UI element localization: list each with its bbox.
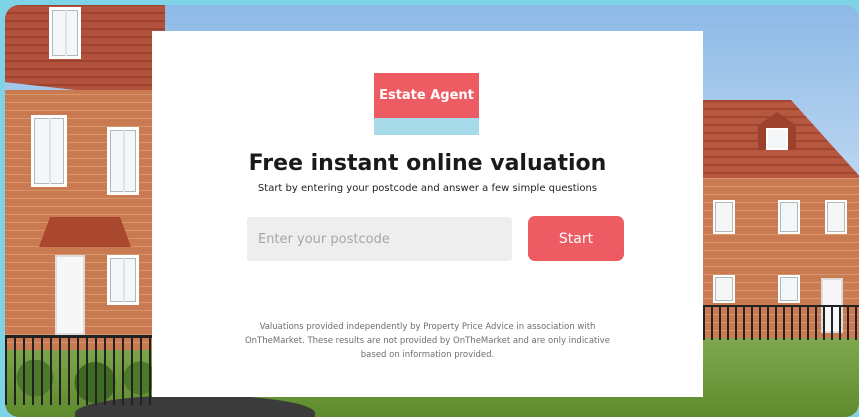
postcode-input[interactable] <box>247 217 512 261</box>
logo-stripe <box>374 118 479 135</box>
fence <box>5 335 155 405</box>
porch-roof <box>39 217 131 247</box>
valuation-card: Estate Agent Free instant online valuati… <box>152 31 703 397</box>
left-house-roof <box>5 5 165 100</box>
page-subtitle: Start by entering your postcode and answ… <box>257 183 598 194</box>
window <box>778 275 800 303</box>
start-button[interactable]: Start <box>528 216 624 261</box>
window <box>107 255 139 305</box>
window <box>713 200 735 234</box>
window <box>825 200 847 234</box>
front-door <box>55 255 85 335</box>
right-house <box>703 100 859 340</box>
window <box>31 115 67 187</box>
window <box>778 200 800 234</box>
fence <box>703 305 859 340</box>
logo-text: Estate Agent <box>374 73 479 118</box>
estate-agent-logo[interactable]: Estate Agent <box>374 73 479 135</box>
left-house <box>5 5 165 417</box>
window <box>713 275 735 303</box>
disclaimer-text: Valuations provided independently by Pro… <box>244 322 611 360</box>
window <box>49 7 81 59</box>
window <box>107 127 139 195</box>
window <box>766 128 788 150</box>
page-title: Free instant online valuation <box>248 151 607 176</box>
